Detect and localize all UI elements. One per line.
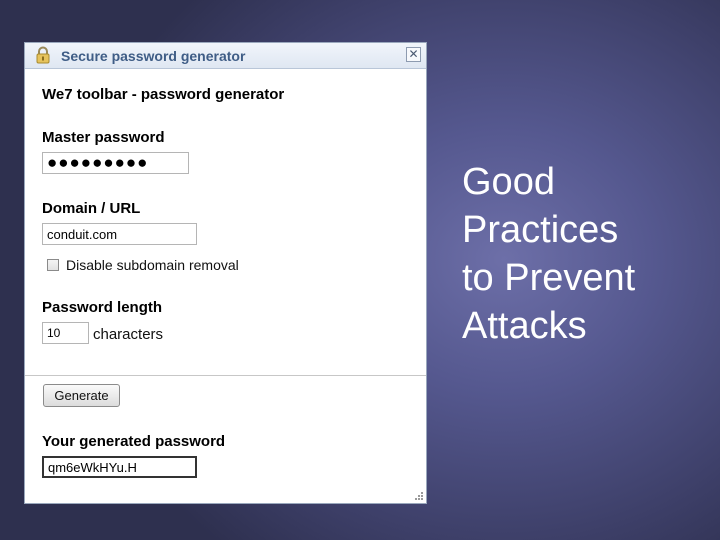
password-length-input[interactable] bbox=[42, 322, 89, 344]
password-generator-window: Secure password generator ✕ We7 toolbar … bbox=[24, 42, 427, 504]
close-button[interactable]: ✕ bbox=[406, 47, 421, 62]
generated-password-output[interactable] bbox=[42, 456, 197, 478]
slide-title: Good Practices to Prevent Attacks bbox=[462, 158, 635, 350]
generate-button[interactable]: Generate bbox=[43, 384, 120, 407]
slide-title-line: to Prevent bbox=[462, 257, 636, 299]
lock-icon bbox=[36, 46, 50, 64]
slide-title-line: Practices bbox=[462, 209, 619, 251]
close-icon: ✕ bbox=[408, 47, 419, 61]
generated-password-label: Your generated password bbox=[42, 433, 226, 450]
password-length-label: Password length bbox=[42, 299, 163, 316]
window-titlebar[interactable]: Secure password generator ✕ bbox=[25, 43, 426, 69]
form-divider bbox=[25, 375, 426, 376]
slide-title-line: Good bbox=[462, 161, 555, 203]
form-heading: We7 toolbar - password generator bbox=[42, 86, 285, 103]
domain-label: Domain / URL bbox=[42, 200, 141, 217]
master-password-input[interactable] bbox=[42, 152, 189, 174]
window-title: Secure password generator bbox=[61, 48, 246, 64]
subdomain-removal-label[interactable]: Disable subdomain removal bbox=[66, 257, 239, 273]
resize-grip-icon[interactable] bbox=[414, 491, 424, 501]
subdomain-removal-checkbox[interactable] bbox=[47, 259, 59, 271]
domain-input[interactable] bbox=[42, 223, 197, 245]
master-password-label: Master password bbox=[42, 129, 165, 146]
slide-title-line: Attacks bbox=[462, 305, 587, 347]
length-units-label: characters bbox=[93, 326, 164, 343]
